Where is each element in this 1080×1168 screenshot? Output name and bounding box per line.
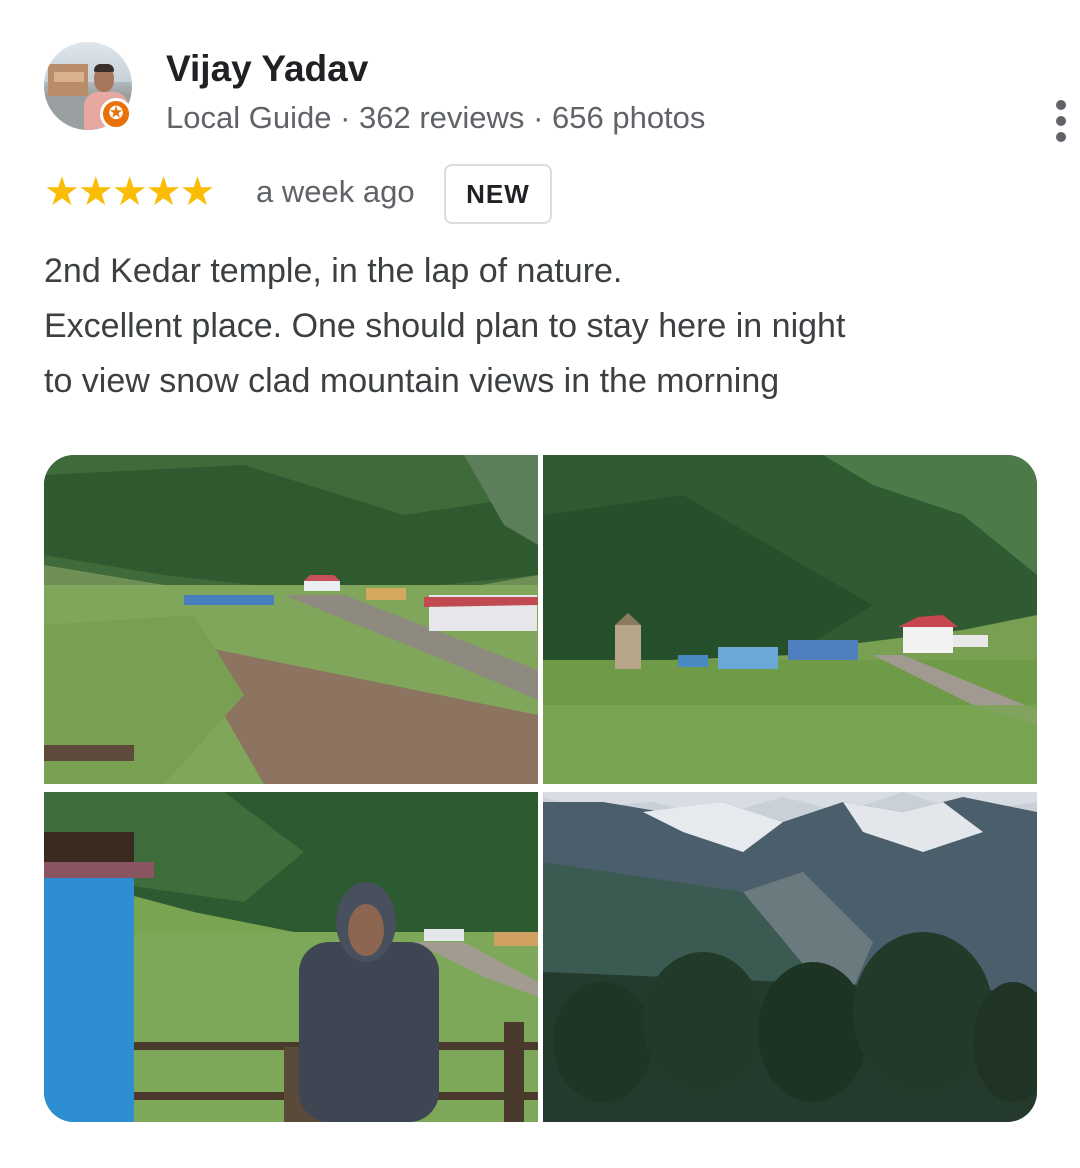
review-header: ✪ Vijay Yadav Local Guide · 362 reviews … <box>44 42 1066 142</box>
review-time: a week ago <box>256 174 415 209</box>
review-photo-2[interactable] <box>543 455 1037 784</box>
rating-row: ★★★★★ a week ago NEW <box>44 164 1044 224</box>
review-line: to view snow clad mountain views in the … <box>44 362 780 400</box>
review-line: Excellent place. One should plan to stay… <box>44 307 846 345</box>
reviewer-name[interactable]: Vijay Yadav <box>166 48 368 90</box>
review-photo-1[interactable] <box>44 455 538 784</box>
review-text: 2nd Kedar temple, in the lap of nature. … <box>44 244 1034 409</box>
reviewer-meta: Local Guide · 362 reviews · 656 photos <box>166 100 705 136</box>
new-badge: NEW <box>444 164 552 224</box>
meta-separator: · <box>533 100 552 135</box>
reviewer-review-count: 362 reviews <box>359 100 525 135</box>
review-photo-4[interactable] <box>543 792 1037 1122</box>
review-photo-grid <box>44 455 1037 1122</box>
review-line: 2nd Kedar temple, in the lap of nature. <box>44 252 623 290</box>
more-vert-icon[interactable] <box>1050 100 1072 142</box>
local-guide-star-icon: ✪ <box>100 98 132 130</box>
reviewer-photo-count: 656 photos <box>552 100 706 135</box>
meta-separator: · <box>340 100 360 135</box>
review-photo-3[interactable] <box>44 792 538 1122</box>
star-rating: ★★★★★ <box>44 169 215 215</box>
reviewer-role: Local Guide <box>166 100 332 135</box>
